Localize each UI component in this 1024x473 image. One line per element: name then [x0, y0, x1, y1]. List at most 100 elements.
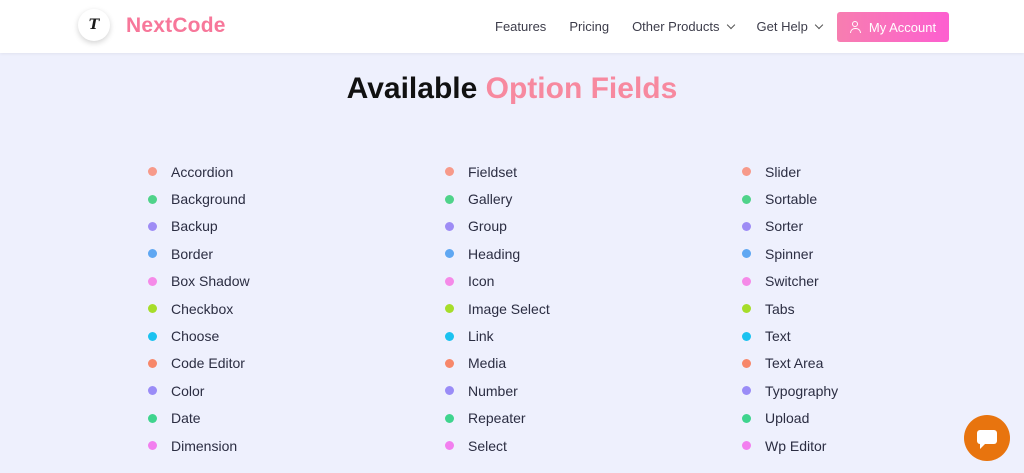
field-label: Text — [765, 328, 791, 345]
my-account-button[interactable]: My Account — [837, 12, 949, 42]
field-label: Checkbox — [171, 300, 234, 317]
section-title: Available Option Fields — [0, 72, 1024, 106]
field-item: Wp Editor — [742, 432, 838, 459]
nav-link-label: Pricing — [569, 19, 610, 34]
bullet-dot-icon — [445, 386, 454, 396]
field-item: Box Shadow — [148, 268, 250, 295]
field-item: Repeater — [445, 405, 550, 432]
field-label: Box Shadow — [171, 273, 250, 290]
nav-link-label: Get Help — [756, 19, 808, 34]
bullet-dot-icon — [445, 221, 454, 231]
bullet-dot-icon — [148, 221, 157, 231]
field-label: Slider — [765, 163, 801, 180]
bullet-dot-icon — [742, 358, 751, 368]
field-item: Sortable — [742, 185, 838, 212]
bullet-dot-icon — [445, 167, 454, 177]
bullet-dot-icon — [742, 276, 751, 286]
field-item: Number — [445, 377, 550, 404]
field-item: Text — [742, 322, 838, 349]
bullet-dot-icon — [148, 167, 157, 177]
field-label: Color — [171, 382, 205, 399]
field-label: Date — [171, 410, 201, 427]
field-item: Dimension — [148, 432, 250, 459]
field-label: Text Area — [765, 355, 824, 372]
field-label: Sortable — [765, 191, 818, 208]
field-item: Spinner — [742, 240, 838, 267]
field-label: Repeater — [468, 410, 526, 427]
field-label: Upload — [765, 410, 810, 427]
bullet-dot-icon — [445, 304, 454, 314]
field-item: Accordion — [148, 158, 250, 185]
fields-column-2: Fieldset Gallery Group Heading Icon Image Sel… — [445, 158, 550, 459]
chat-bubble-icon — [977, 430, 997, 449]
bullet-dot-icon — [742, 194, 751, 204]
nav-link-label: Features — [495, 19, 547, 34]
logo-letter: T — [88, 17, 100, 33]
bullet-dot-icon — [742, 386, 751, 396]
field-item: Backup — [148, 213, 250, 240]
field-item: Gallery — [445, 185, 550, 212]
field-item: Code Editor — [148, 350, 250, 377]
bullet-dot-icon — [445, 413, 454, 423]
field-item: Sorter — [742, 213, 838, 240]
nav-link-get-help[interactable]: Get Help — [756, 19, 824, 34]
field-label: Group — [468, 218, 507, 235]
bullet-dot-icon — [148, 331, 157, 341]
brand-logo-icon[interactable]: T — [78, 9, 110, 41]
field-item: Upload — [742, 405, 838, 432]
bullet-dot-icon — [148, 304, 157, 314]
field-label: Heading — [468, 245, 521, 262]
field-item: Slider — [742, 158, 838, 185]
bullet-dot-icon — [148, 194, 157, 204]
field-label: Number — [468, 382, 518, 399]
user-icon — [849, 21, 861, 33]
nav-link-pricing[interactable]: Pricing — [569, 19, 609, 34]
nav-link-features[interactable]: Features — [495, 19, 546, 34]
chevron-down-icon — [726, 20, 735, 29]
field-item: Icon — [445, 268, 550, 295]
chevron-down-icon — [814, 20, 824, 29]
field-label: Media — [468, 355, 507, 372]
bullet-dot-icon — [742, 249, 751, 259]
title-part-2: Option Fields — [485, 72, 678, 105]
field-item: Border — [148, 240, 250, 267]
field-item: Choose — [148, 322, 250, 349]
field-label: Switcher — [765, 273, 819, 290]
bullet-dot-icon — [148, 441, 157, 451]
field-label: Icon — [468, 273, 495, 290]
nav-link-label: Other Products — [632, 19, 720, 34]
field-label: Gallery — [468, 191, 513, 208]
field-label: Dimension — [171, 437, 238, 454]
nav-link-other-products[interactable]: Other Products — [632, 19, 735, 34]
field-item: Typography — [742, 377, 838, 404]
bullet-dot-icon — [445, 249, 454, 259]
chat-button[interactable] — [964, 415, 1010, 461]
field-item: Media — [445, 350, 550, 377]
bullet-dot-icon — [148, 413, 157, 423]
fields-column-1: Accordion Background Backup Border Box Shado… — [148, 158, 250, 459]
bullet-dot-icon — [445, 331, 454, 341]
bullet-dot-icon — [148, 249, 157, 259]
field-label: Backup — [171, 218, 218, 235]
field-item: Tabs — [742, 295, 838, 322]
bullet-dot-icon — [148, 386, 157, 396]
field-label: Border — [171, 245, 214, 262]
field-item: Select — [445, 432, 550, 459]
brand-name[interactable]: NextCode — [126, 14, 226, 38]
field-label: Sorter — [765, 218, 804, 235]
field-item: Heading — [445, 240, 550, 267]
field-label: Image Select — [468, 300, 550, 317]
bullet-dot-icon — [742, 413, 751, 423]
field-label: Background — [171, 191, 246, 208]
field-label: Code Editor — [171, 355, 245, 372]
field-label: Accordion — [171, 163, 234, 180]
field-item: Switcher — [742, 268, 838, 295]
field-item: Color — [148, 377, 250, 404]
field-label: Tabs — [765, 300, 795, 317]
field-label: Fieldset — [468, 163, 518, 180]
field-item: Date — [148, 405, 250, 432]
my-account-label: My Account — [868, 19, 937, 35]
field-label: Wp Editor — [765, 437, 827, 454]
field-label: Typography — [765, 382, 839, 399]
bullet-dot-icon — [445, 358, 454, 368]
